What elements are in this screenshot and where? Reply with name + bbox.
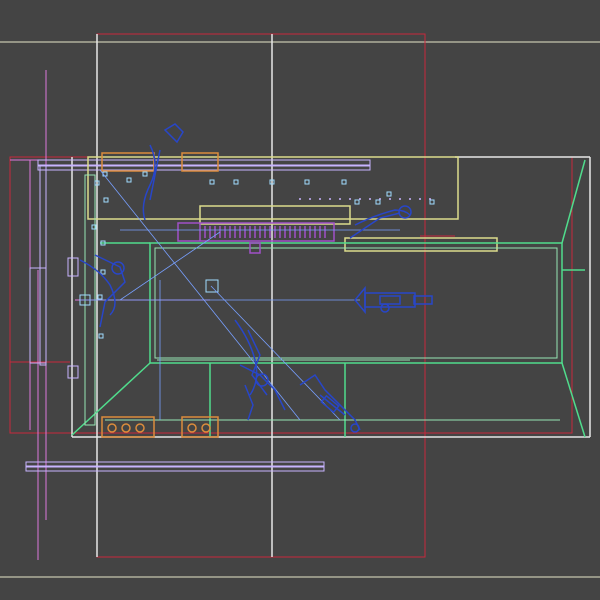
viewport-top[interactable] bbox=[0, 0, 600, 600]
dot-row bbox=[299, 198, 431, 200]
wireframe-scene[interactable] bbox=[0, 0, 600, 600]
red-frames bbox=[9, 33, 573, 558]
green-building bbox=[71, 159, 586, 438]
markers bbox=[79, 171, 435, 339]
